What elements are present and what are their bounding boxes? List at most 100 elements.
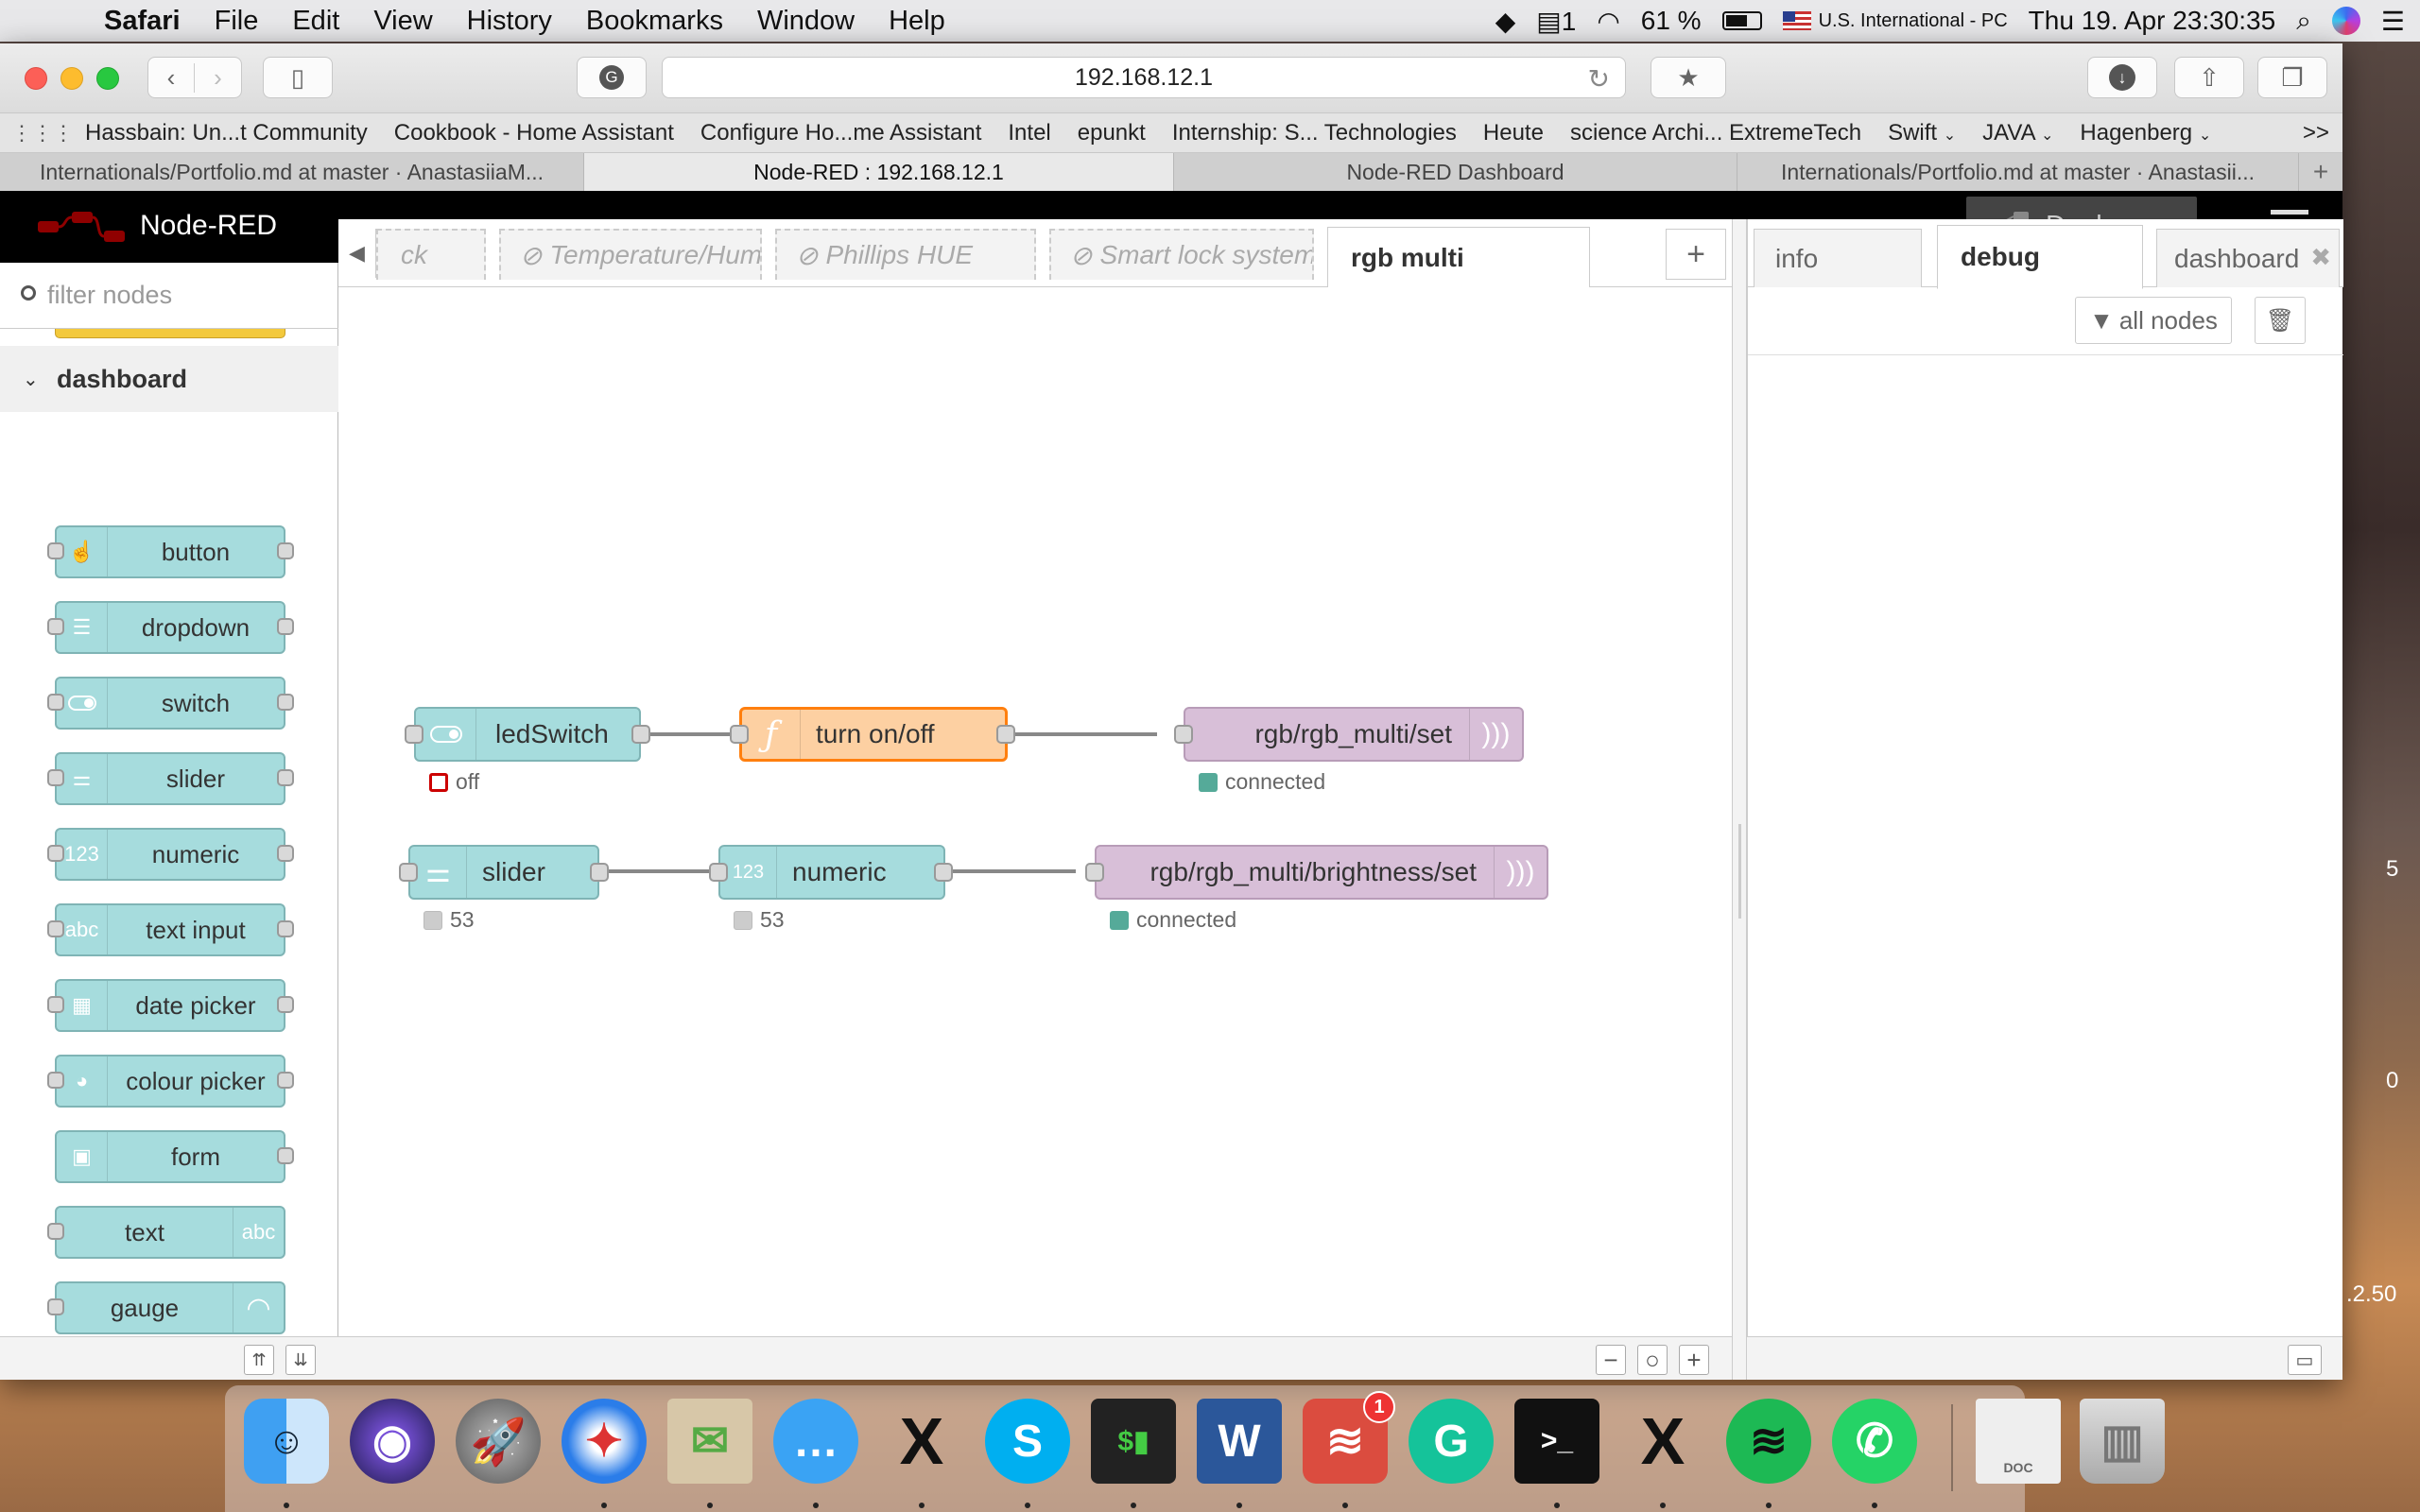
palette-node-dropdown[interactable]: ☰ dropdown (55, 601, 285, 654)
menu-edit[interactable]: Edit (292, 6, 339, 37)
zoom-window-icon[interactable] (96, 67, 119, 90)
palette-node-text[interactable]: text abc (55, 1206, 285, 1259)
document-icon[interactable]: DOC (1976, 1399, 2061, 1484)
node-output-port[interactable] (996, 725, 1015, 744)
flow-wire[interactable] (601, 869, 724, 873)
battery-icon[interactable] (1721, 11, 1762, 30)
bookmark-item[interactable]: science Archi... ExtremeTech (1570, 120, 1861, 146)
palette-filter-input[interactable]: filter nodes (0, 263, 338, 329)
sidebar-tab-info[interactable]: info (1754, 229, 1922, 287)
browser-tab[interactable]: Internationals/Portfolio.md at master · … (0, 153, 584, 191)
bookmark-folder-swift[interactable]: Swift ⌄ (1888, 120, 1956, 146)
palette-category-dashboard[interactable]: ⌄ dashboard (0, 346, 338, 412)
menu-file[interactable]: File (215, 6, 259, 37)
dropbox-icon[interactable]: ◆ (1495, 6, 1516, 37)
menu-history[interactable]: History (467, 6, 552, 37)
forward-icon[interactable]: › (195, 63, 241, 93)
flow-node-numeric[interactable]: 123 numeric (718, 845, 945, 900)
grammarly-icon[interactable]: G (1409, 1399, 1494, 1484)
zoom-reset-button[interactable]: ○ (1637, 1345, 1668, 1375)
palette-node-colour-picker[interactable]: ◕ colour picker (55, 1055, 285, 1108)
grammarly-extension-button[interactable]: G (577, 57, 647, 98)
todoist-icon[interactable]: ≋ 1 (1303, 1391, 1395, 1484)
browser-tab[interactable]: Node-RED Dashboard (1174, 153, 1737, 191)
flow-node-slider[interactable]: ⚌ slider (408, 845, 599, 900)
skype-icon[interactable]: S (985, 1399, 1070, 1484)
palette-node-text-input[interactable]: abc text input (55, 903, 285, 956)
palette-node-form[interactable]: ▣ form (55, 1130, 285, 1183)
zoom-out-button[interactable]: − (1596, 1345, 1626, 1375)
share-button[interactable]: ⇧ (2174, 57, 2244, 98)
bookmarks-overflow-button[interactable]: >> (2303, 120, 2329, 146)
flow-wire[interactable] (1004, 732, 1157, 736)
downloads-button[interactable]: ↓ (2087, 57, 2157, 98)
terminal-icon[interactable]: $▮ (1091, 1399, 1176, 1484)
partial-palette-node[interactable] (55, 329, 285, 338)
rocket-icon[interactable]: 🚀 (456, 1399, 541, 1484)
node-output-port[interactable] (590, 863, 609, 882)
node-output-port[interactable] (934, 863, 953, 882)
browser-tab[interactable]: Internationals/Portfolio.md at master · … (1737, 153, 2299, 191)
back-forward-buttons[interactable]: ‹ › (147, 57, 242, 98)
menu-bookmarks[interactable]: Bookmarks (586, 6, 723, 37)
palette-node-gauge[interactable]: gauge ◠ (55, 1281, 285, 1334)
palette-node-date-picker[interactable]: ▦ date picker (55, 979, 285, 1032)
monitor-icon[interactable]: ▭ (2288, 1345, 2322, 1375)
flow-node-function-turn-on-off[interactable]: ƒ turn on/off (739, 707, 1008, 762)
node-input-port[interactable] (1174, 725, 1193, 744)
x-icon[interactable]: X (1620, 1399, 1705, 1484)
menu-window[interactable]: Window (757, 6, 855, 37)
clear-debug-button[interactable]: 🗑 (2255, 297, 2306, 344)
palette-node-button[interactable]: ☝ button (55, 525, 285, 578)
sidebar-tab-debug[interactable]: debug (1937, 225, 2143, 289)
bookmark-item[interactable]: Cookbook - Home Assistant (394, 120, 674, 146)
chat-bubble-icon[interactable]: … (773, 1399, 858, 1484)
wifi-icon[interactable]: ◠ (1597, 6, 1619, 37)
address-bar[interactable]: 192.168.12.1 ↻ (662, 57, 1626, 98)
sidebar-toggle-button[interactable]: ▯ (263, 57, 333, 98)
sidebar-tab-dashboard[interactable]: dashboard ✖ (2156, 229, 2340, 287)
minimize-window-icon[interactable] (60, 67, 83, 90)
node-input-port[interactable] (730, 725, 749, 744)
compass-icon[interactable]: ✦ (562, 1399, 647, 1484)
siri-icon[interactable] (2331, 7, 2360, 35)
menu-app-name[interactable]: Safari (104, 6, 181, 37)
workspace-tab-disabled[interactable]: ⊘ Temperature/Hum (499, 229, 762, 280)
zoom-in-button[interactable]: + (1679, 1345, 1709, 1375)
x-icon[interactable]: X (879, 1399, 964, 1484)
node-input-port[interactable] (1085, 863, 1104, 882)
add-flow-tab-button[interactable]: + (1666, 229, 1726, 280)
palette-node-switch[interactable]: switch (55, 677, 285, 730)
new-tab-button[interactable]: + (2299, 153, 2342, 191)
sidebar-resize-handle[interactable] (1732, 219, 1747, 1380)
node-input-port[interactable] (405, 725, 424, 744)
bookmark-item[interactable]: Hassbain: Un...t Community (85, 120, 368, 146)
debug-filter-button[interactable]: ▼ all nodes (2075, 297, 2232, 344)
node-input-port[interactable] (399, 863, 418, 882)
bookmark-star-button[interactable]: ★ (1651, 57, 1726, 98)
siri-icon[interactable]: ◉ (350, 1399, 435, 1484)
flow-wire[interactable] (943, 869, 1076, 873)
palette-node-numeric[interactable]: 123 numeric (55, 828, 285, 881)
close-window-icon[interactable] (25, 67, 47, 90)
us-flag-icon[interactable] (1782, 11, 1811, 30)
top-sites-grid-icon[interactable]: ⋮⋮⋮ (0, 121, 85, 146)
expand-all-icon[interactable]: ⇊ (285, 1345, 316, 1375)
bookmark-item[interactable]: Internship: S... Technologies (1172, 120, 1457, 146)
collapse-all-icon[interactable]: ⇈ (244, 1345, 274, 1375)
menu-help[interactable]: Help (889, 6, 945, 37)
menu-view[interactable]: View (373, 6, 432, 37)
bookmark-item[interactable]: Configure Ho...me Assistant (700, 120, 981, 146)
node-output-port[interactable] (631, 725, 650, 744)
show-tabs-button[interactable]: ❐ (2257, 57, 2327, 98)
back-icon[interactable]: ‹ (148, 62, 196, 93)
notification-center-icon[interactable]: ☰ (2381, 6, 2405, 37)
workspace-tab-disabled[interactable]: ck (376, 229, 486, 280)
spotify-icon[interactable]: ≋ (1726, 1399, 1811, 1484)
reload-icon[interactable]: ↻ (1588, 63, 1610, 94)
finder-icon[interactable]: ☺ (244, 1399, 329, 1484)
flow-node-mqtt-out-set[interactable]: rgb/rgb_multi/set ))) (1184, 707, 1524, 762)
spotlight-search-icon[interactable]: ⌕ (2296, 6, 2311, 37)
flow-canvas[interactable]: ledSwitch off ƒ turn on/off rgb/rgb_mult… (338, 287, 1732, 1334)
palette-node-slider[interactable]: ⚌ slider (55, 752, 285, 805)
